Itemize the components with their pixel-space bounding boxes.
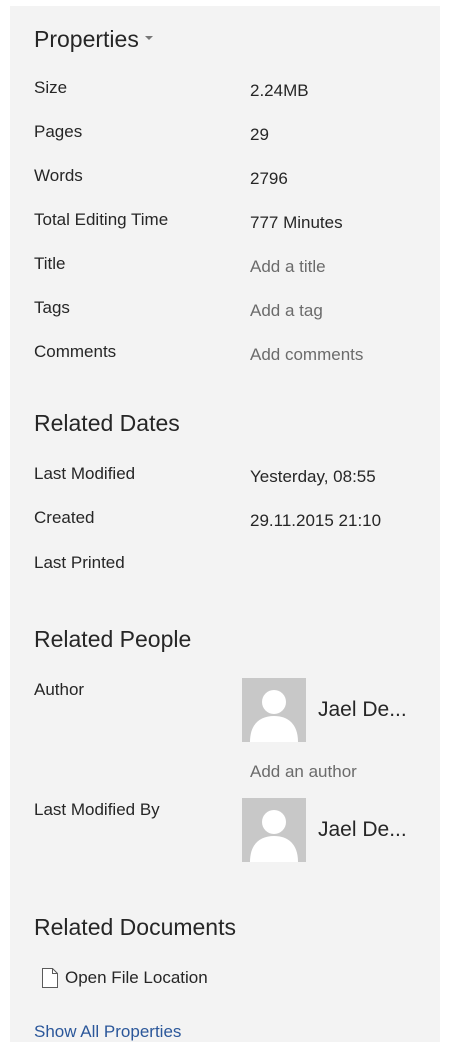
comments-label: Comments [34,342,117,361]
last-modified-by-label: Last Modified By [34,800,160,819]
last-modified-by-person[interactable]: Jael De... [242,798,407,862]
tags-field[interactable]: Add a tag [250,301,323,321]
last-modified-label: Last Modified [34,464,136,483]
created-value: 29.11.2015 21:10 [250,511,382,530]
words-value: 2796 [250,169,288,188]
pages-label: Pages [34,122,83,141]
open-file-location-link[interactable]: Open File Location [42,968,208,988]
last-modified-by-name: Jael De... [318,818,407,841]
person-silhouette-icon [242,798,306,862]
document-properties-panel: Properties Size 2.24MB Pages 29 Words 27… [10,6,440,1042]
comments-field[interactable]: Add comments [250,345,363,365]
person-silhouette-icon [242,678,306,742]
title-label: Title [34,254,66,273]
last-modified-value: Yesterday, 08:55 [250,467,376,486]
open-file-location-label: Open File Location [65,968,208,987]
related-dates-heading: Related Dates [34,410,180,436]
properties-heading[interactable]: Properties [34,26,153,53]
show-all-properties-link[interactable]: Show All Properties [34,1022,181,1042]
last-printed-label: Last Printed [34,553,125,572]
caret-down-icon [144,35,153,40]
title-field[interactable]: Add a title [250,257,326,277]
related-people-heading: Related People [34,626,192,652]
add-author-field[interactable]: Add an author [250,762,357,782]
related-documents-heading: Related Documents [34,914,236,940]
total-editing-time-value: 777 Minutes [250,213,343,232]
author-label: Author [34,680,85,699]
size-value: 2.24MB [250,81,309,100]
size-label: Size [34,78,68,97]
tags-label: Tags [34,298,70,317]
total-editing-time-label: Total Editing Time [34,210,169,229]
created-label: Created [34,508,95,527]
author-name: Jael De... [318,698,407,721]
author-person[interactable]: Jael De... [242,678,407,742]
pages-value: 29 [250,125,269,144]
properties-heading-label: Properties [34,26,139,52]
words-label: Words [34,166,83,185]
document-icon [42,968,58,988]
